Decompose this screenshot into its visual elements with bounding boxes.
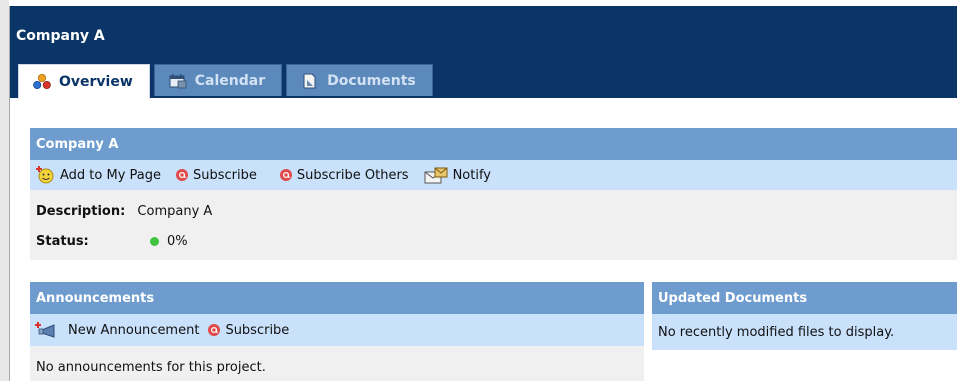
announcements-empty-text: No announcements for this project.	[36, 360, 266, 375]
tab-overview[interactable]: Overview	[18, 64, 150, 99]
announcements-subscribe-button[interactable]: Subscribe	[207, 323, 289, 338]
subscribe-at-icon	[175, 168, 189, 182]
project-action-bar: Add to My Page Subscribe Subscribe Other…	[30, 160, 957, 190]
announcements-title: Announcements	[36, 290, 155, 306]
description-row: Description: Company A	[36, 204, 212, 219]
add-to-my-page-button[interactable]: Add to My Page	[34, 166, 161, 184]
notify-label: Notify	[452, 167, 491, 183]
project-panel-header: Company A	[30, 128, 957, 160]
overview-icon	[33, 74, 51, 90]
project-panel-title: Company A	[36, 136, 119, 152]
add-to-my-page-label: Add to My Page	[60, 167, 161, 183]
announcements-subscribe-label: Subscribe	[225, 322, 290, 338]
subscribe-label: Subscribe	[193, 167, 257, 183]
new-announcement-icon	[34, 321, 60, 339]
new-announcement-button[interactable]: New Announcement	[34, 321, 199, 339]
new-announcement-label: New Announcement	[68, 322, 200, 338]
project-details: Description: Company A Status: 0%	[30, 190, 957, 260]
status-value: 0%	[167, 234, 188, 249]
notify-envelope-icon	[423, 166, 449, 184]
tab-bar: Overview Calendar Documents	[18, 64, 437, 99]
status-row: Status: 0%	[36, 234, 188, 249]
description-value: Company A	[137, 204, 213, 219]
tab-calendar[interactable]: Calendar	[153, 64, 283, 96]
description-label: Description:	[36, 204, 126, 219]
documents-icon	[301, 73, 319, 89]
tab-calendar-label: Calendar	[194, 72, 266, 89]
calendar-icon	[169, 73, 187, 89]
status-dot-icon	[150, 237, 159, 246]
announcements-action-bar: New Announcement Subscribe	[30, 314, 644, 346]
left-border	[0, 0, 10, 381]
project-title: Company A	[16, 28, 105, 44]
updated-documents-body: No recently modified files to display.	[652, 314, 957, 350]
updated-documents-header: Updated Documents	[652, 282, 957, 314]
subscribe-button[interactable]: Subscribe	[175, 168, 257, 183]
status-label: Status:	[36, 234, 89, 249]
tab-overview-label: Overview	[59, 74, 133, 90]
subscribe-others-at-icon	[279, 168, 293, 182]
project-header: Company A Overview Calendar Documents	[10, 6, 957, 99]
tab-documents-label: Documents	[327, 72, 416, 89]
announcements-subscribe-at-icon	[207, 323, 221, 337]
notify-button[interactable]: Notify	[423, 166, 491, 184]
tab-documents[interactable]: Documents	[286, 64, 433, 96]
smiley-add-icon	[34, 166, 56, 184]
subscribe-others-button[interactable]: Subscribe Others	[279, 168, 409, 183]
updated-documents-title: Updated Documents	[658, 290, 808, 306]
updated-documents-empty-text: No recently modified files to display.	[658, 324, 895, 340]
announcements-body: No announcements for this project.	[30, 346, 644, 381]
announcements-header: Announcements	[30, 282, 644, 314]
subscribe-others-label: Subscribe Others	[296, 167, 409, 183]
